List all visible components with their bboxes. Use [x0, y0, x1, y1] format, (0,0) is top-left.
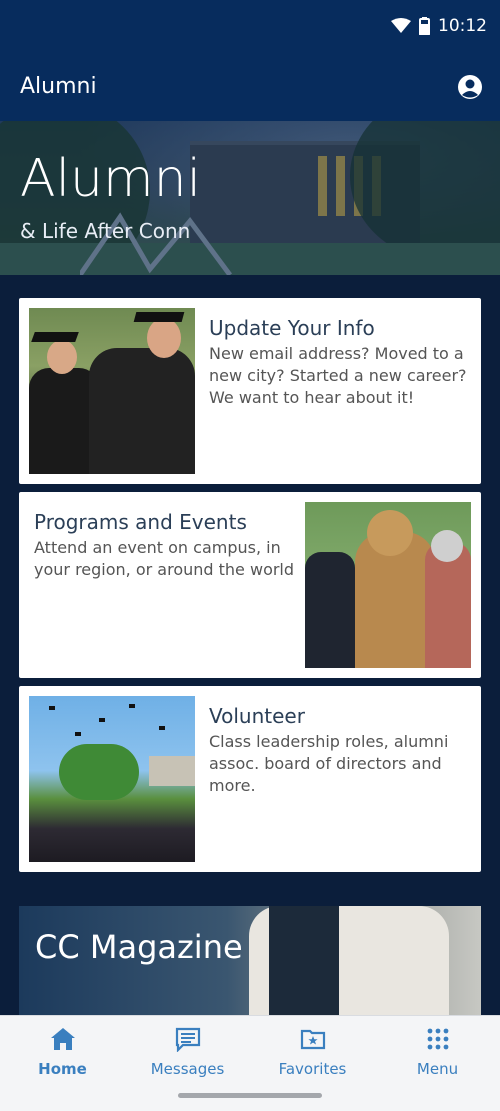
nav-label: Messages [150, 1060, 225, 1078]
grid-menu-icon [427, 1028, 448, 1050]
nav-home[interactable]: Home [0, 1026, 125, 1078]
card-title: Update Your Info [209, 316, 375, 340]
hero-banner: Alumni & Life After Conn [0, 121, 500, 275]
card-description: Attend an event on campus, in your regio… [34, 538, 295, 579]
messages-icon [175, 1027, 200, 1052]
battery-icon [419, 17, 430, 35]
cc-magazine-banner[interactable]: CC Magazine [19, 906, 481, 1016]
nav-favorites[interactable]: Favorites [250, 1026, 375, 1078]
wifi-icon [391, 18, 411, 33]
magazine-title: CC Magazine [35, 928, 243, 966]
hero-title: Alumni [20, 149, 202, 209]
nav-label: Home [38, 1060, 87, 1078]
status-time: 10:12 [438, 16, 487, 36]
status-bar: 10:12 [0, 0, 500, 55]
graduates-photo [29, 308, 195, 474]
app-bar: Alumni [0, 55, 500, 121]
home-indicator[interactable] [178, 1093, 322, 1098]
card-title: Programs and Events [34, 510, 247, 534]
card-description: New email address? Moved to a new city? … [209, 344, 467, 407]
nav-label: Menu [416, 1060, 459, 1078]
mascot-photo [305, 502, 471, 668]
nav-label: Favorites [278, 1060, 347, 1078]
card-volunteer[interactable]: Volunteer Class leadership roles, alumni… [19, 686, 481, 872]
account-icon[interactable] [457, 74, 483, 100]
favorites-folder-icon [300, 1029, 325, 1050]
app-title: Alumni [20, 74, 97, 99]
card-programs-events[interactable]: Programs and Events Attend an event on c… [19, 492, 481, 678]
hero-subtitle: & Life After Conn [20, 219, 191, 243]
card-update-info[interactable]: Update Your Info New email address? Move… [19, 298, 481, 484]
nav-menu[interactable]: Menu [375, 1026, 500, 1078]
nav-messages[interactable]: Messages [125, 1026, 250, 1078]
home-icon [50, 1028, 75, 1050]
card-title: Volunteer [209, 704, 305, 728]
apron-image [269, 906, 339, 1016]
card-description: Class leadership roles, alumni assoc. bo… [209, 732, 449, 795]
commencement-photo [29, 696, 195, 862]
